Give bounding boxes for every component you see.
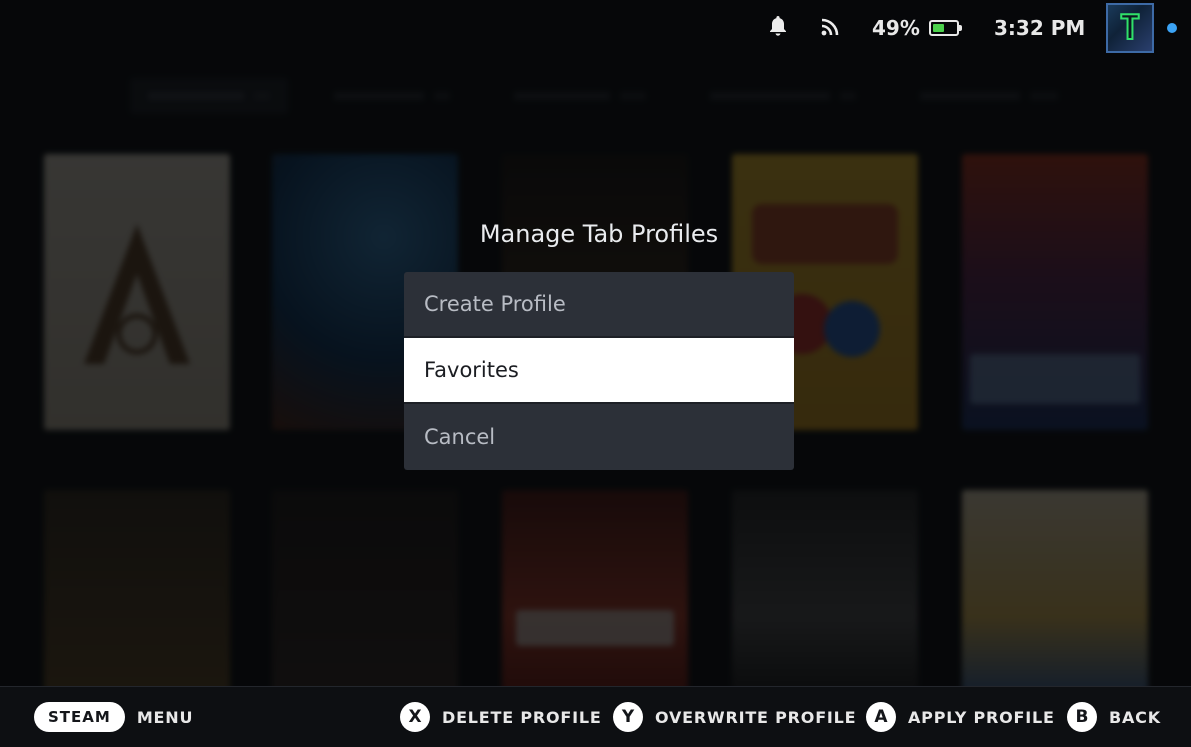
user-avatar-area[interactable]: T	[1106, 0, 1154, 56]
menu-item-label: Create Profile	[424, 292, 566, 316]
battery-icon	[929, 20, 962, 36]
menu-item-label: Cancel	[424, 425, 496, 449]
apply-profile-hint[interactable]: A APPLY PROFILE	[866, 687, 1055, 747]
menu-item-create-profile[interactable]: Create Profile	[404, 272, 794, 338]
x-button-icon: X	[400, 702, 430, 732]
delete-profile-hint[interactable]: X DELETE PROFILE	[400, 687, 602, 747]
profile-menu: Create Profile Favorites Cancel	[404, 272, 794, 470]
clock-area[interactable]: 3:32 PM	[994, 0, 1085, 56]
wifi-signal-icon	[820, 15, 842, 41]
avatar[interactable]: T	[1106, 3, 1154, 53]
menu-item-label: Favorites	[424, 358, 519, 382]
steam-button[interactable]: STEAM	[34, 702, 125, 732]
menu-item-cancel[interactable]: Cancel	[404, 404, 794, 470]
delete-profile-label: DELETE PROFILE	[442, 707, 602, 727]
bell-icon	[766, 14, 790, 42]
overwrite-profile-label: OVERWRITE PROFILE	[655, 707, 857, 727]
notification-bell[interactable]	[766, 0, 790, 56]
menu-label: MENU	[136, 707, 194, 727]
footer-bar: STEAM MENU X DELETE PROFILE Y OVERWRITE …	[0, 686, 1191, 747]
menu-item-favorites[interactable]: Favorites	[404, 338, 794, 404]
back-label: BACK	[1109, 707, 1161, 727]
a-button-icon: A	[866, 702, 896, 732]
steam-menu-hint[interactable]: STEAM MENU	[34, 687, 193, 747]
avatar-letter: T	[1119, 7, 1142, 49]
y-button-icon: Y	[613, 702, 643, 732]
dialog-title: Manage Tab Profiles	[479, 220, 719, 248]
network-status[interactable]	[820, 0, 842, 56]
clock: 3:32 PM	[994, 16, 1086, 40]
battery-gauge	[929, 0, 962, 56]
battery-percent: 49%	[872, 16, 920, 40]
battery-fill	[933, 24, 944, 32]
b-button-icon: B	[1067, 702, 1097, 732]
apply-profile-label: APPLY PROFILE	[908, 707, 1055, 727]
online-status	[1167, 0, 1177, 56]
overwrite-profile-hint[interactable]: Y OVERWRITE PROFILE	[613, 687, 856, 747]
back-hint[interactable]: B BACK	[1067, 687, 1161, 747]
battery-status[interactable]: 49%	[872, 0, 920, 56]
online-indicator	[1167, 23, 1177, 33]
